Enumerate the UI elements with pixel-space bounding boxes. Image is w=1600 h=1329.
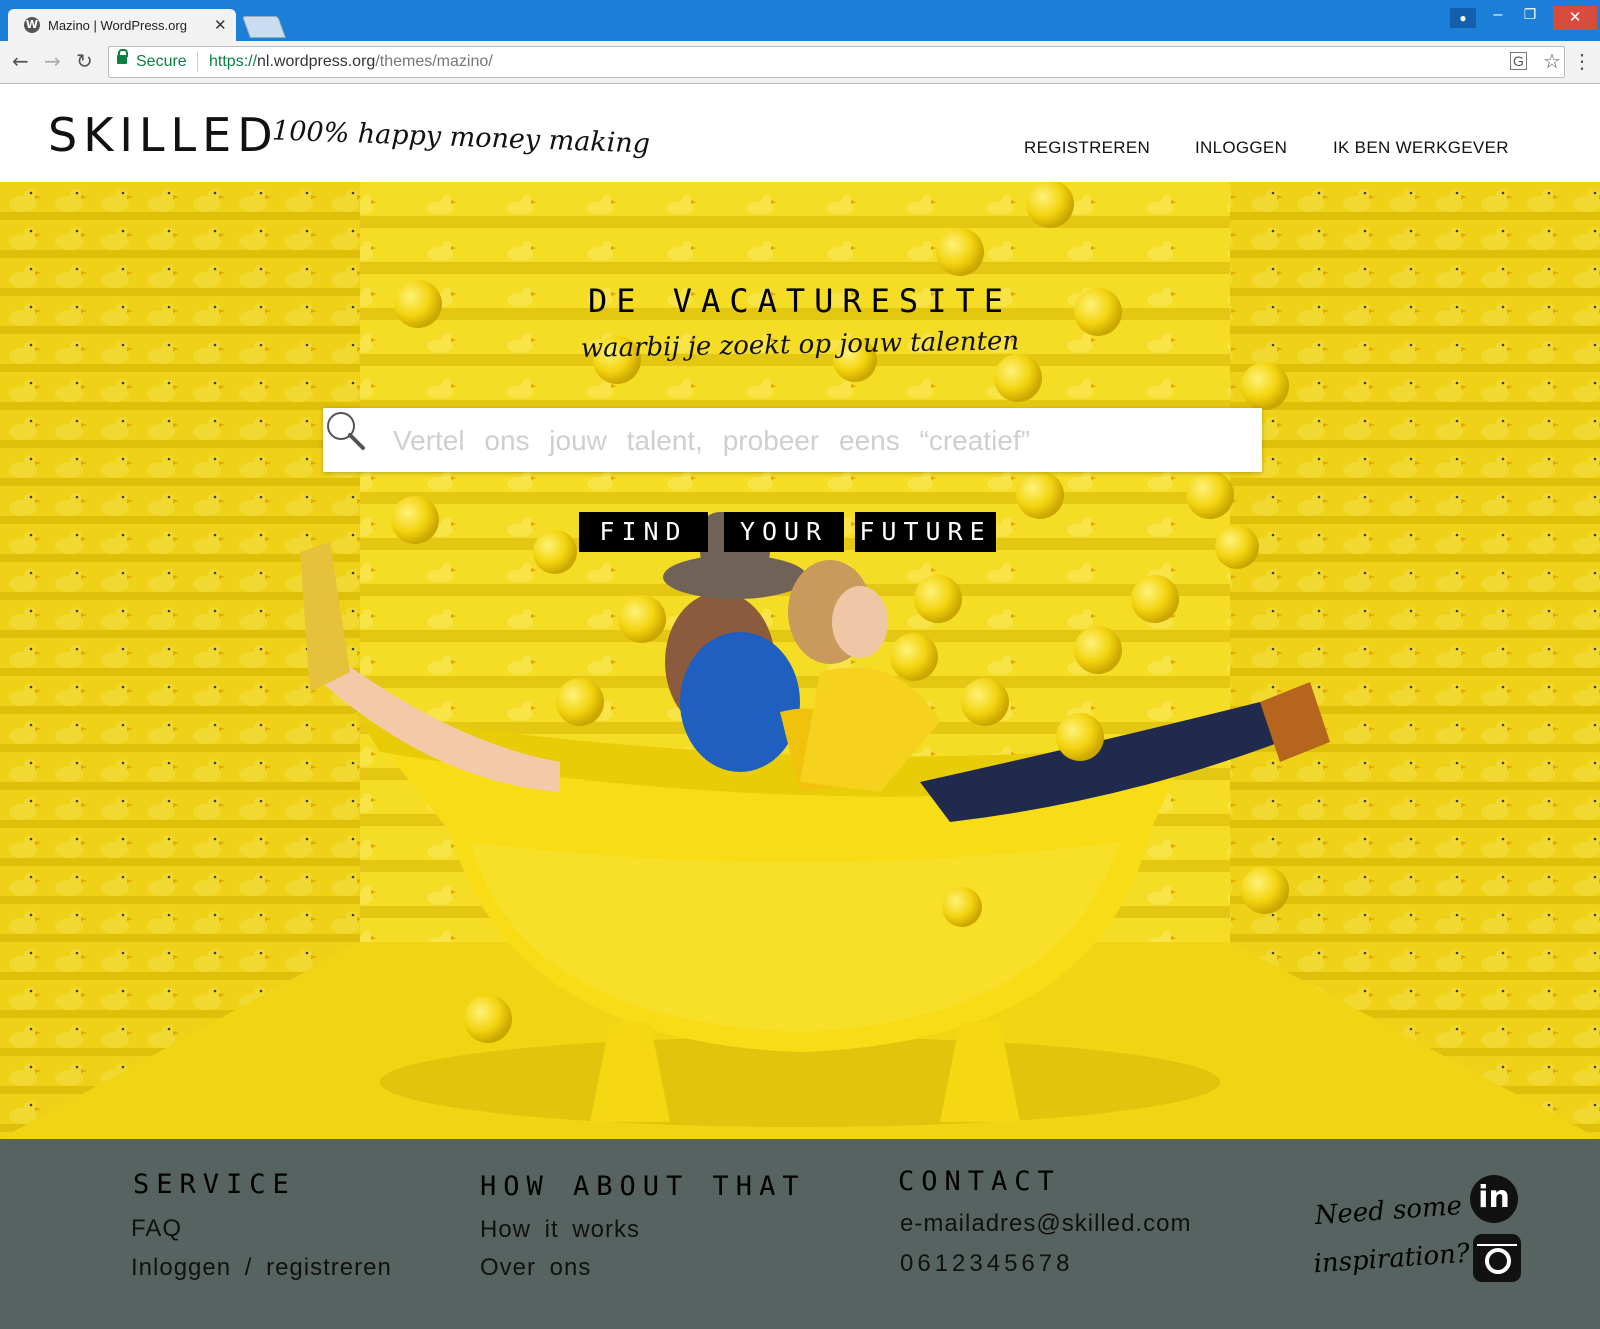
hero-title: DE VACATURESITE — [588, 282, 1012, 320]
nav-registreren[interactable]: REGISTREREN — [1024, 138, 1150, 158]
tab-close-icon[interactable]: ✕ — [214, 16, 227, 34]
bookmark-star-icon[interactable]: ☆ — [1543, 49, 1561, 74]
lock-icon — [117, 49, 128, 64]
footer-heading-contact: CONTACT — [898, 1166, 1061, 1197]
cta-future[interactable]: FUTURE — [855, 512, 996, 552]
site-header: SKILLED 100% happy money making REGISTRE… — [0, 84, 1600, 182]
cta-your[interactable]: YOUR — [724, 512, 844, 552]
footer-contact-phone[interactable]: 0612345678 — [900, 1250, 1073, 1278]
search-icon[interactable] — [323, 408, 367, 452]
tab-title: Mazino | WordPress.org — [48, 18, 187, 33]
url-path: /themes/mazino/ — [375, 53, 493, 70]
url-scheme: https:// — [209, 53, 258, 70]
new-tab-button[interactable] — [241, 16, 287, 38]
linkedin-icon[interactable]: in — [1470, 1175, 1518, 1223]
translate-icon[interactable]: G — [1510, 52, 1527, 70]
url-text[interactable]: https://nl.wordpress.org/themes/mazino/ — [209, 53, 493, 71]
browser-toolbar: ← → ↻ Secure https://nl.wordpress.org/th… — [0, 41, 1600, 84]
browser-title-bar: W Mazino | WordPress.org ✕ ● – ❐ ✕ — [0, 0, 1600, 41]
reload-icon[interactable]: ↻ — [76, 49, 93, 73]
footer-link-how-it-works[interactable]: How it works — [480, 1216, 640, 1244]
footer-heading-about: HOW ABOUT THAT — [480, 1171, 806, 1202]
cta-find[interactable]: FIND — [579, 512, 708, 552]
nav-werkgever[interactable]: IK BEN WERKGEVER — [1333, 138, 1509, 158]
inspiration-line-2: inspiration? — [1312, 1238, 1471, 1280]
inspiration-text: Need some inspiration? — [1307, 1182, 1473, 1289]
footer-contact-email[interactable]: e-mailadres@skilled.com — [900, 1210, 1191, 1238]
site-footer: SERVICE FAQ Inloggen / registreren HOW A… — [0, 1139, 1600, 1329]
secure-label: Secure — [136, 53, 187, 70]
talent-search-input[interactable] — [391, 416, 1255, 466]
profile-icon[interactable]: ● — [1450, 8, 1476, 28]
window-close-icon[interactable]: ✕ — [1553, 6, 1597, 30]
minimize-icon[interactable]: – — [1486, 6, 1510, 24]
url-host: nl.wordpress.org — [257, 53, 376, 70]
restore-icon[interactable]: ❐ — [1518, 6, 1542, 23]
instagram-icon[interactable] — [1473, 1234, 1521, 1282]
footer-link-login-register[interactable]: Inloggen / registreren — [131, 1254, 392, 1282]
footer-link-over-ons[interactable]: Over ons — [480, 1254, 591, 1282]
browser-menu-icon[interactable]: ⋮ — [1572, 49, 1592, 74]
address-bar[interactable]: Secure https://nl.wordpress.org/themes/m… — [108, 46, 1565, 78]
browser-tab[interactable]: W Mazino | WordPress.org ✕ — [8, 9, 236, 41]
back-arrow-icon[interactable]: ← — [12, 49, 29, 73]
nav-inloggen[interactable]: INLOGGEN — [1195, 138, 1287, 158]
site-tagline: 100% happy money making — [271, 115, 651, 160]
hero-section: DE VACATURESITE waarbij je zoekt op jouw… — [0, 182, 1600, 1139]
forward-arrow-icon[interactable]: → — [44, 49, 61, 73]
footer-link-faq[interactable]: FAQ — [131, 1215, 182, 1243]
footer-heading-service: SERVICE — [133, 1169, 296, 1200]
talent-search-box[interactable] — [323, 408, 1262, 472]
site-logo[interactable]: SKILLED — [48, 108, 279, 162]
address-divider — [197, 52, 198, 72]
wordpress-favicon-icon: W — [24, 17, 40, 33]
